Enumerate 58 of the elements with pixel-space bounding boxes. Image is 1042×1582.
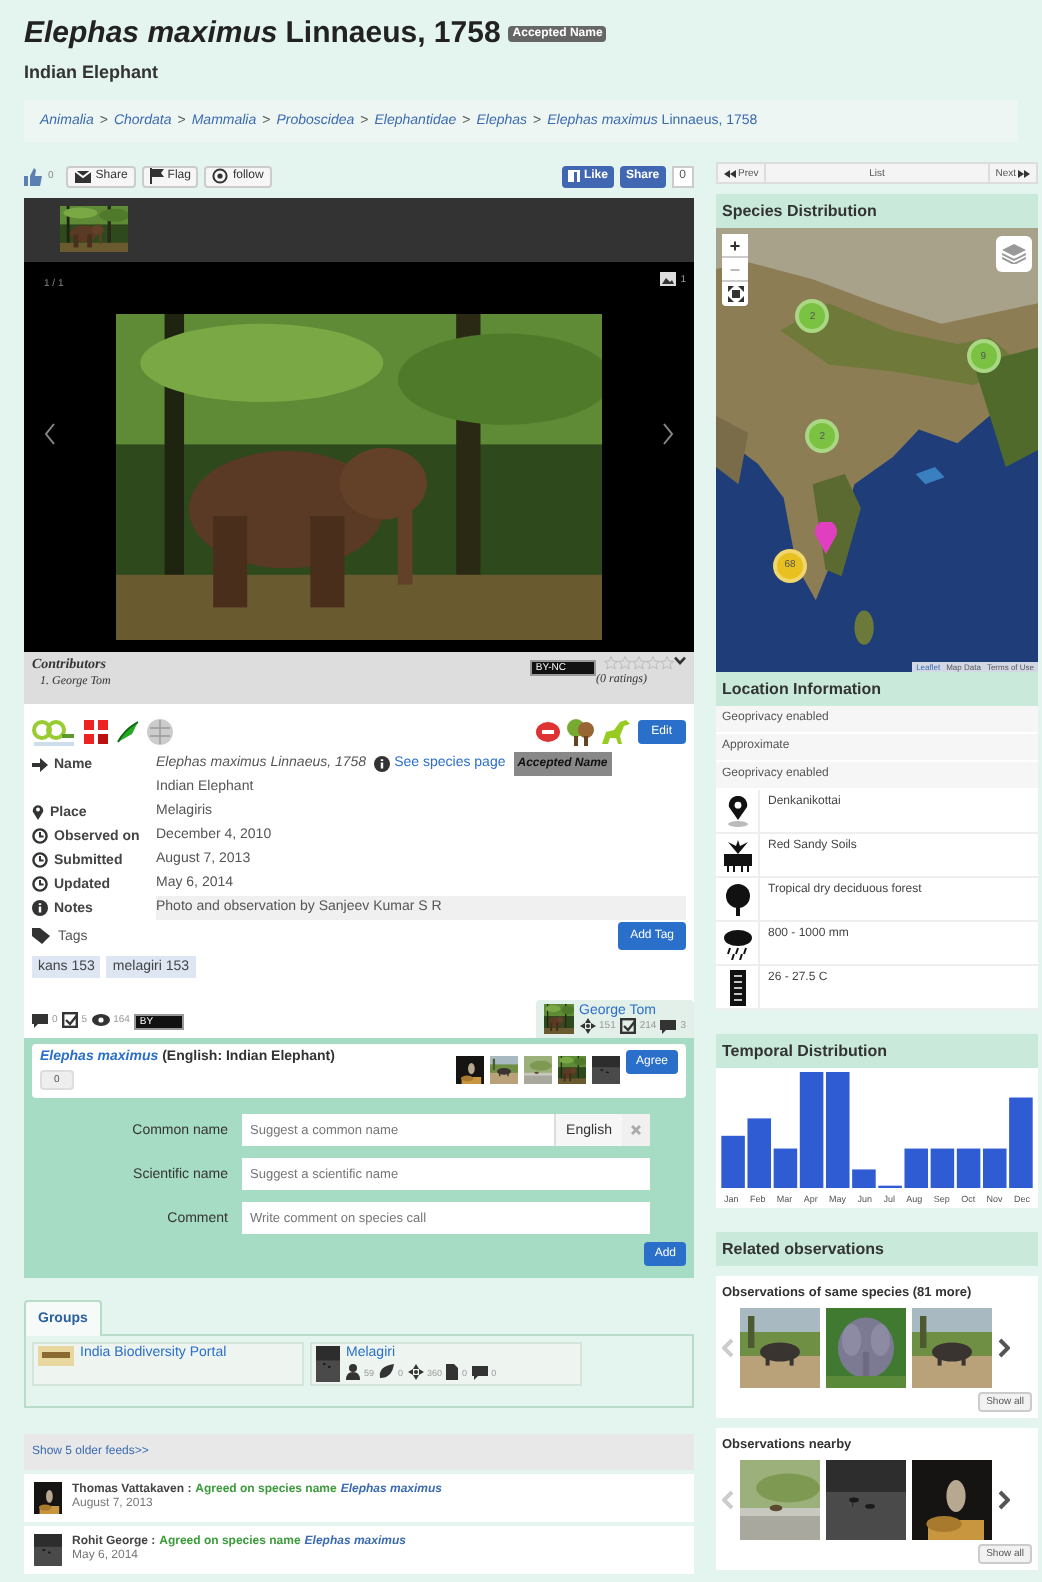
common-name: Indian Elephant bbox=[24, 62, 161, 82]
logo-icon bbox=[567, 170, 580, 182]
close-icon bbox=[630, 1124, 642, 1136]
chevron-left-icon bbox=[44, 422, 56, 446]
chevron-left-icon bbox=[722, 1338, 734, 1358]
tag-icon bbox=[32, 928, 52, 944]
comment-icon bbox=[32, 1013, 48, 1027]
leaf-logo-icon bbox=[116, 720, 140, 744]
flag-icon bbox=[149, 168, 164, 184]
person-icon bbox=[346, 1364, 360, 1380]
plant-icon bbox=[723, 839, 751, 871]
target-icon bbox=[212, 168, 229, 184]
layers-icon bbox=[1002, 244, 1026, 264]
chevron-right-icon bbox=[998, 1490, 1010, 1510]
globe-icon bbox=[146, 718, 174, 746]
crosshair-icon bbox=[579, 1018, 596, 1034]
section-header: Related observations bbox=[716, 1232, 1038, 1266]
eye-icon bbox=[91, 1014, 110, 1026]
clock-icon bbox=[32, 852, 48, 868]
fullscreen-icon bbox=[727, 286, 743, 302]
grid-logo-icon bbox=[82, 718, 110, 746]
pin-icon bbox=[32, 804, 44, 820]
leaf-icon bbox=[378, 1364, 395, 1380]
info-icon bbox=[374, 756, 391, 772]
portal-logo-icon bbox=[38, 1346, 74, 1366]
checkbox-icon bbox=[61, 1012, 78, 1028]
clock-icon bbox=[32, 828, 48, 844]
chevron-right-icon bbox=[998, 1338, 1010, 1358]
section-header: Temporal Distribution bbox=[716, 1034, 1038, 1068]
zoom-in-button[interactable]: + bbox=[722, 234, 748, 258]
fast-forward-icon bbox=[1018, 169, 1030, 177]
chevron-left-icon bbox=[722, 1490, 734, 1510]
comment-icon bbox=[471, 1365, 488, 1379]
pin-icon bbox=[725, 795, 749, 827]
chevron-down-icon bbox=[674, 656, 686, 666]
ring-logo-icon bbox=[32, 718, 76, 746]
checkbox-icon bbox=[619, 1018, 636, 1034]
animal-icon bbox=[599, 718, 632, 746]
comment-icon bbox=[660, 1019, 677, 1033]
rain-cloud-icon bbox=[723, 927, 751, 959]
clock-icon bbox=[32, 876, 48, 892]
tree-icon bbox=[565, 718, 594, 746]
authority: Linnaeus, 1758 bbox=[285, 16, 501, 50]
scientific-name: Elephas maximus bbox=[24, 16, 278, 50]
section-header: Species Distribution bbox=[716, 194, 1038, 228]
crosshair-icon bbox=[407, 1364, 424, 1380]
info-icon bbox=[32, 900, 48, 916]
map-pin-icon bbox=[814, 522, 838, 554]
envelope-icon bbox=[73, 169, 92, 183]
chevron-right-icon bbox=[662, 422, 674, 446]
image-icon bbox=[660, 272, 677, 286]
arrow-icon bbox=[32, 757, 48, 771]
section-header: Location Information bbox=[716, 672, 1038, 706]
tree-icon bbox=[723, 883, 751, 915]
thumbs-up-icon bbox=[24, 167, 42, 185]
document-icon bbox=[446, 1364, 459, 1380]
rewind-icon bbox=[724, 169, 736, 177]
star-rating[interactable] bbox=[604, 656, 674, 670]
